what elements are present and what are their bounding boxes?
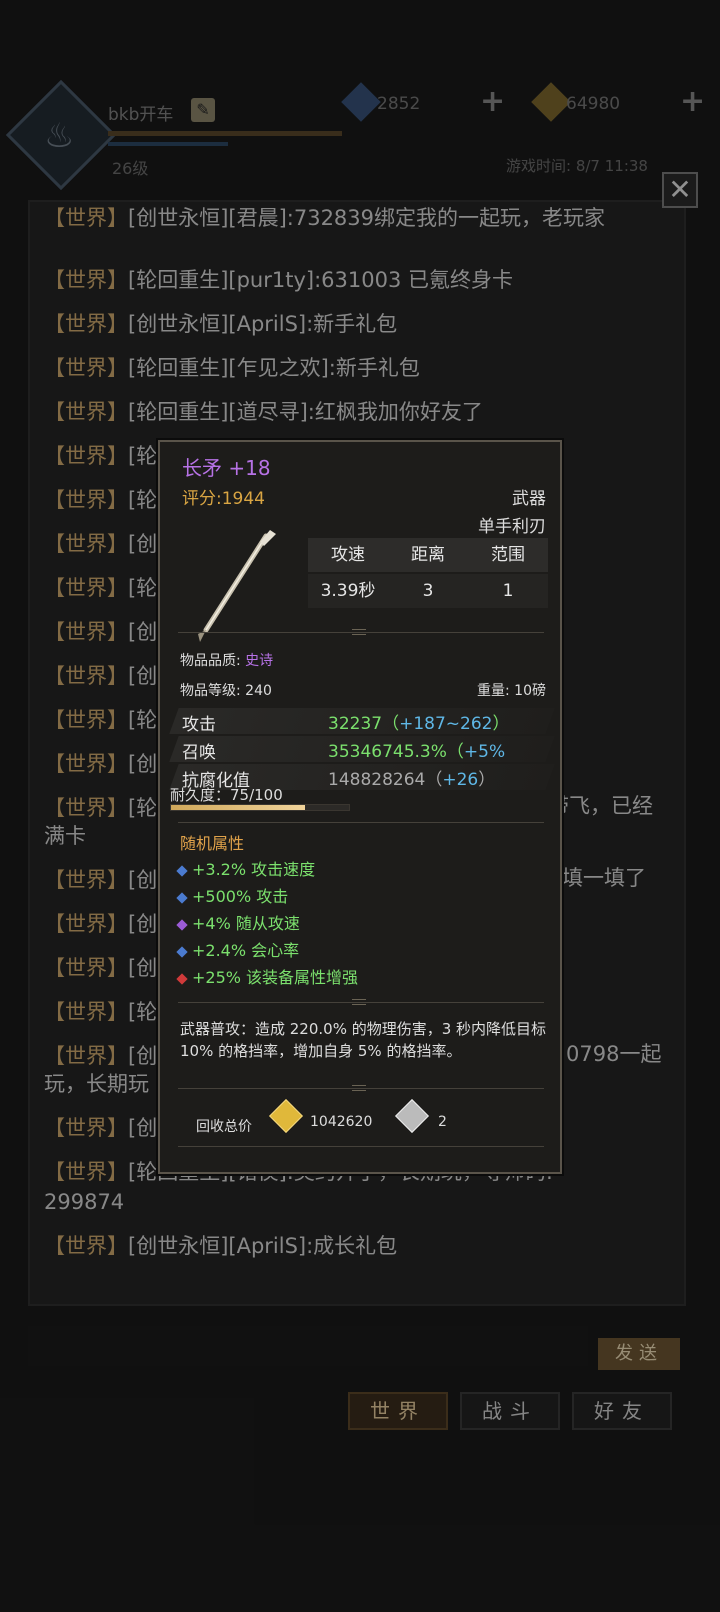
- game-screen: ♨ bkb开车 ✎ 26级 2852 + 64980 + 游戏时间: 8/7 1…: [0, 0, 720, 1612]
- item-weight: 重量: 10磅: [477, 680, 546, 700]
- spear-icon: [198, 530, 276, 642]
- attribute-label: 攻击: [182, 715, 216, 735]
- divider-ornament: [352, 629, 366, 635]
- skill-description: 武器普攻：造成 220.0% 的物理伤害，3 秒内降低目标 10% 的格挡率，增…: [180, 1020, 547, 1060]
- durability-fill: [171, 805, 305, 810]
- quality-label: 物品品质:: [180, 653, 241, 669]
- weight-label: 重量:: [477, 683, 510, 699]
- attribute-bonus: +5%: [463, 742, 506, 762]
- stats-value-row: 3.39秒 3 1: [308, 574, 548, 608]
- random-attribute-text: +500% 攻击: [192, 887, 289, 906]
- durability-label: 耐久度：75/100: [170, 786, 283, 804]
- stat-value: 3.39秒: [320, 581, 376, 601]
- random-attribute: +2.4% 会心率: [176, 937, 300, 961]
- divider: [178, 1146, 544, 1147]
- gem-icon: [176, 864, 188, 877]
- item-level-label: 物品等级:: [180, 683, 241, 699]
- attribute-bonus: +26: [442, 770, 479, 790]
- stat-header: 范围: [491, 545, 525, 565]
- random-attribute: +25% 该装备属性增强: [176, 964, 359, 988]
- item-name: 长矛 +18: [182, 456, 271, 480]
- attribute-tail: ）: [492, 714, 510, 734]
- stone-icon: [395, 1099, 429, 1133]
- gold-icon: [269, 1099, 303, 1133]
- weight-value: 10磅: [514, 683, 546, 699]
- gem-icon: [176, 972, 188, 985]
- stat-header: 距离: [411, 545, 445, 565]
- recycle-gold-value: 1042620: [310, 1114, 373, 1130]
- divider-ornament: [352, 999, 366, 1005]
- stat-header: 攻速: [331, 545, 365, 565]
- item-quality: 物品品质: 史诗: [180, 650, 273, 670]
- gem-icon: [176, 891, 188, 904]
- stat-value: 3: [422, 581, 434, 601]
- divider: [178, 822, 544, 823]
- item-subtype: 单手利刃: [478, 517, 546, 537]
- attribute-row: 召唤 35346745.3%（+5%: [169, 736, 555, 763]
- random-attributes-title: 随机属性: [180, 834, 245, 853]
- attribute-value: 148828264（+26）: [328, 765, 495, 790]
- durability-bar: [170, 804, 350, 811]
- stat-value: 1: [502, 581, 514, 601]
- gem-icon: [176, 918, 188, 931]
- divider-ornament: [352, 1085, 366, 1091]
- stats-header-row: 攻速 距离 范围: [308, 538, 548, 572]
- recycle-stone-value: 2: [438, 1114, 447, 1130]
- random-attribute-text: +25% 该装备属性增强: [192, 968, 359, 987]
- random-attribute-text: +3.2% 攻击速度: [192, 860, 316, 879]
- attribute-value: 35346745.3%（+5%: [328, 737, 505, 762]
- random-attribute: +500% 攻击: [176, 883, 289, 907]
- item-level-value: 240: [245, 683, 272, 699]
- attribute-base: 35346745.3%（: [328, 742, 464, 762]
- item-level: 物品等级: 240: [180, 680, 272, 700]
- item-score: 评分:1944: [182, 489, 265, 509]
- random-attribute-text: +2.4% 会心率: [192, 941, 300, 960]
- attribute-label: 召唤: [182, 743, 216, 763]
- random-attribute: +3.2% 攻击速度: [176, 856, 316, 880]
- item-type: 武器: [512, 489, 546, 509]
- quality-value: 史诗: [245, 653, 274, 669]
- attribute-base: 32237（: [328, 714, 400, 734]
- gem-icon: [176, 945, 188, 958]
- recycle-label: 回收总价: [196, 1119, 252, 1135]
- random-attribute: +4% 随从攻速: [176, 910, 300, 934]
- weapon-stats-table: 攻速 距离 范围 3.39秒 3 1: [308, 538, 548, 608]
- attribute-value: 32237（+187~262）: [328, 709, 509, 734]
- item-tooltip[interactable]: 长矛 +18 评分:1944 武器 单手利刃 攻速 距离 范围 3.39秒 3 …: [158, 440, 562, 1174]
- attribute-tail: ）: [478, 770, 496, 790]
- random-attribute-text: +4% 随从攻速: [192, 914, 300, 933]
- attribute-bonus: +187~262: [399, 714, 493, 734]
- attribute-row: 攻击 32237（+187~262）: [169, 708, 555, 735]
- attribute-base: 148828264（: [328, 770, 443, 790]
